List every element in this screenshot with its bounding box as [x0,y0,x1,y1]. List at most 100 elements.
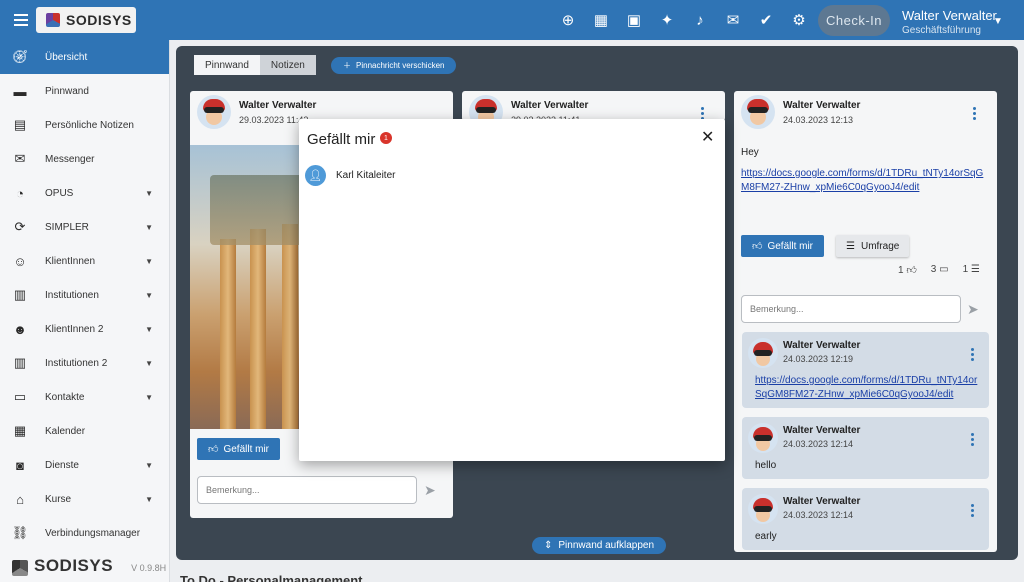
building-icon: ▥ [13,355,27,370]
send-icon[interactable]: ➤ [967,301,979,318]
chevron-down-icon[interactable]: ▼ [145,461,153,470]
avatar [197,95,231,129]
post-link[interactable]: https://docs.google.com/forms/d/1TDRu_tN… [741,167,991,195]
user-role: Geschäftsführung [902,25,981,36]
bell-icon[interactable]: ♪ [688,8,712,32]
post-date: 24.03.2023 12:13 [783,115,854,125]
graduation-icon: ⌂ [16,491,24,507]
comment-text: hello [755,460,777,471]
checkin-button[interactable]: Check-In [818,5,890,36]
chevron-down-icon[interactable]: ▼ [145,495,153,504]
board-icon[interactable]: ▦ [589,8,613,32]
liker-item[interactable]: 👤︎ Karl Kitaleiter [305,165,395,186]
sidebar-item-label: OPUS [45,187,74,199]
footer-brand: SODISYS [34,556,114,575]
check-circle-icon[interactable]: ✔ [754,8,778,32]
brand-logo[interactable]: SODISYS [36,7,136,33]
chevron-down-icon[interactable]: ▼ [145,189,153,198]
comment-input[interactable]: Bemerkung... [741,295,961,323]
send-icon[interactable]: ➤ [424,482,436,499]
add-circle-icon[interactable]: ⊕ [556,8,580,32]
thumb-up-icon: 👍︎ [208,444,219,455]
send-pin-label: Pinnachricht verschicken [356,61,445,70]
chevron-down-icon[interactable]: ▼ [145,325,153,334]
chevron-down-icon[interactable]: ▼ [993,16,1003,27]
comment-placeholder: Bemerkung... [750,304,804,314]
like-count-badge: 1 [380,132,392,144]
comment-link[interactable]: https://docs.google.com/forms/d/1TDRu_tN… [755,374,979,402]
chevron-down-icon[interactable]: ▼ [145,257,153,266]
like-button[interactable]: 👍︎ Gefällt mir [741,235,825,257]
more-icon[interactable] [971,504,975,517]
comment-date: 24.03.2023 12:19 [783,354,854,364]
post-card-3: Walter Verwalter 24.03.2023 12:13 Hey ht… [734,91,997,552]
lamp-icon[interactable]: ✦ [655,8,679,32]
smiley-icon: ☺ [13,253,27,269]
survey-button[interactable]: ☰ Umfrage [836,235,910,257]
chevron-down-icon[interactable]: ▼ [145,223,153,232]
sidebar-item-institutionen[interactable]: ▥ Institutionen ▼ [0,278,169,312]
vote-count[interactable]: 1 ☰ [963,264,980,276]
comment-card-1: Walter Verwalter 24.03.2023 12:19 https:… [742,332,989,408]
send-pin-button[interactable]: ＋ Pinnachricht verschicken [331,57,457,74]
modal-title: Gefällt mir [307,131,376,148]
chevron-down-icon[interactable]: ▼ [145,291,153,300]
sidebar-item-kurse[interactable]: ⌂ Kurse ▼ [0,482,169,516]
menu-icon[interactable] [10,9,32,31]
liker-name: Karl Kitaleiter [336,170,396,181]
top-icons: ⊕ ▦ ▣ ✦ ♪ ✉ ✔ ⚙ [556,8,811,32]
like-label: Gefällt mir [767,240,814,252]
calendar-icon: ▦ [13,423,27,438]
comment-input[interactable]: Bemerkung... [197,476,417,504]
gear-icon[interactable]: ⚙ [787,8,811,32]
calendar-icon[interactable]: ▣ [622,8,646,32]
expand-board-label: Pinnwand aufklappen [558,540,655,551]
contact-card-icon: ▭ [13,389,27,404]
sidebar-item-label: Institutionen 2 [45,357,108,369]
sidebar-item-opus[interactable]: ◔ OPUS ▼ [0,176,169,210]
sidebar-item-pinnwand[interactable]: ▬ Pinnwand [0,74,169,108]
sidebar-item-label: Kalender [45,425,86,437]
sidebar-item-messenger[interactable]: ✉ Messenger [0,142,169,176]
sidebar-item-klientinnen-2[interactable]: ☻ KlientInnen 2 ▼ [0,312,169,346]
sidebar-item-kontakte[interactable]: ▭ Kontakte ▼ [0,380,169,414]
avatar [748,338,778,368]
chevron-down-icon[interactable]: ▼ [145,359,153,368]
person-icon: 👤︎ [305,165,326,186]
sidebar-item-label: SIMPLER [45,221,89,233]
sidebar-item-verbindungsmanager[interactable]: ⛓︎ Verbindungsmanager [0,516,169,550]
close-icon[interactable]: ✕ [701,127,714,147]
more-icon[interactable] [973,107,977,120]
post-text: Hey [741,147,759,158]
comment-date: 24.03.2023 12:14 [783,439,854,449]
expand-board-button[interactable]: ⇕ Pinnwand aufklappen [532,537,667,554]
comment-author: Walter Verwalter [783,340,861,351]
comment-placeholder: Bemerkung... [206,485,260,495]
mail-icon[interactable]: ✉ [721,8,745,32]
like-button[interactable]: 👍︎ Gefällt mir [197,438,281,460]
comment-count[interactable]: 3 ▭ [931,264,949,276]
sidebar-item-übersicht[interactable]: 🧭︎ Übersicht [0,40,169,74]
tab-pinnwand[interactable]: Pinnwand [194,55,260,75]
chevron-down-icon[interactable]: ▼ [145,393,153,402]
note-icon: ▤ [13,117,27,132]
sidebar-item-kalender[interactable]: ▦ Kalender [0,414,169,448]
more-icon[interactable] [971,433,975,446]
sidebar-item-label: Verbindungsmanager [45,527,141,539]
sidebar-item-simpler[interactable]: ⟳ SIMPLER ▼ [0,210,169,244]
post-date: 29.03.2023 11:42 [239,115,309,125]
post-stats: 1 👍︎ 3 ▭ 1 ☰ [898,264,980,276]
sidebar-item-dienste[interactable]: ◙ Dienste ▼ [0,448,169,482]
brand-name: SODISYS [66,12,132,28]
likes-modal: Gefällt mir 1 ✕ 👤︎ Karl Kitaleiter [299,119,725,461]
survey-label: Umfrage [860,240,900,252]
more-icon[interactable] [971,348,975,361]
sidebar-item-institutionen-2[interactable]: ▥ Institutionen 2 ▼ [0,346,169,380]
sidebar-item-persönliche-notizen[interactable]: ▤ Persönliche Notizen [0,108,169,142]
sidebar-item-klientinnen[interactable]: ☺ KlientInnen ▼ [0,244,169,278]
board-tabs: Pinnwand Notizen [194,55,316,75]
user-menu[interactable]: Walter Verwalter Geschäftsführung [902,8,997,36]
tab-notizen[interactable]: Notizen [259,55,316,75]
badge-icon: ◙ [16,457,24,473]
like-count[interactable]: 1 👍︎ [898,264,917,276]
